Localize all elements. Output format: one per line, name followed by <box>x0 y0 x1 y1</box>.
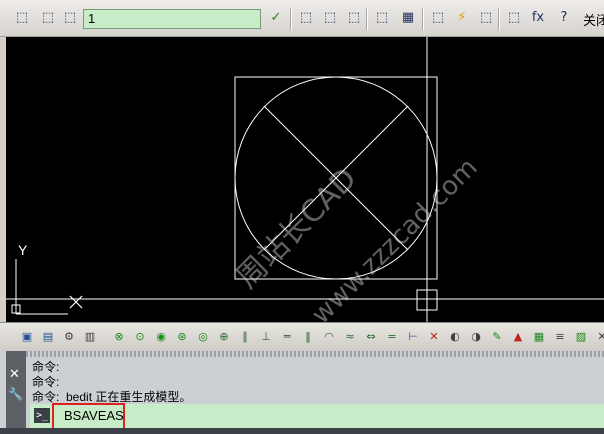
fx-icon[interactable]: fx <box>528 8 548 28</box>
smooth-icon[interactable]: ≈ <box>341 328 359 346</box>
command-window-side: ✕ 🔧 <box>6 351 26 434</box>
edit-icon[interactable]: ✎ <box>488 328 506 346</box>
visibility-icon[interactable]: ⬚ <box>372 8 392 28</box>
symmetric-icon[interactable]: ⇔ <box>362 328 380 346</box>
define-attribute-icon[interactable]: ⬚ <box>344 8 364 28</box>
toolbar-separator <box>290 8 292 30</box>
delete-constraints-icon[interactable]: ✕ <box>425 328 443 346</box>
equal-icon[interactable]: = <box>383 328 401 346</box>
eraser-icon[interactable]: ⬚ <box>476 8 496 28</box>
block-table-icon[interactable]: ▨ <box>572 328 590 346</box>
hide-icon[interactable]: ◑ <box>467 328 485 346</box>
highlight-annotation <box>52 403 125 430</box>
lightning-icon[interactable]: ⚡ <box>452 8 472 28</box>
save-icon[interactable]: ▤ <box>39 328 57 346</box>
block-name-input[interactable]: 1 <box>83 9 261 29</box>
concentric-icon[interactable]: ◎ <box>194 328 212 346</box>
authoring-palettes-icon[interactable]: ⬚ <box>296 8 316 28</box>
command-window-grip[interactable] <box>6 351 604 357</box>
test-block-icon[interactable]: ✓ <box>266 8 286 28</box>
close-icon[interactable]: ✕ <box>593 328 604 346</box>
prompt-icon: >_ <box>34 408 50 423</box>
toolbar-separator <box>422 8 424 30</box>
block-editor-toolbar: ⬚ ⬚ ⬚ ✓ ⬚ ⬚ ⬚ ⬚ ▦ ⬚ ⚡ ⬚ ⬚ fx? 1 关闭 <box>0 0 604 37</box>
toolbar-separator <box>498 8 500 30</box>
edit-block-icon[interactable]: ⬚ <box>12 8 32 28</box>
tangent-icon[interactable]: ◠ <box>320 328 338 346</box>
perpendicular-icon[interactable]: ⊥ <box>257 328 275 346</box>
constraint-icon[interactable]: ⬚ <box>428 8 448 28</box>
linetype-icon[interactable]: ≡ <box>551 328 569 346</box>
table-icon[interactable]: ▦ <box>398 8 418 28</box>
table-green-icon[interactable]: ▦ <box>530 328 548 346</box>
help-icon[interactable]: ? <box>554 8 574 28</box>
constraint-green-icon[interactable]: ⊗ <box>110 328 128 346</box>
fix-icon[interactable]: ⊕ <box>215 328 233 346</box>
coincident-icon[interactable]: ◉ <box>152 328 170 346</box>
manage-icon[interactable]: ⬚ <box>504 8 524 28</box>
geometric-icon[interactable]: ⊙ <box>131 328 149 346</box>
properties-icon[interactable]: ⚙ <box>60 328 78 346</box>
save-block-as-icon[interactable]: ⬚ <box>60 8 80 28</box>
close-block-editor-button[interactable]: 关闭 <box>583 10 604 29</box>
constraints-toolbar: ▣ ▤ ⚙ ▥ ⊗ ⊙ ◉ ⊛ ◎ ⊕ ∥ ⊥ ═ ‖ ◠ ≈ ⇔ = ⊢ ✕ ◐ ◑ ✎ ▲ ▦ ≡ ▨ ✕ <box>0 322 604 352</box>
drawing-canvas[interactable]: Y 周站长CAD www.zzzcad.com <box>6 37 604 322</box>
wrench-icon[interactable]: 🔧 <box>8 387 23 401</box>
dimension-icon[interactable]: ⊢ <box>404 328 422 346</box>
collinear-icon[interactable]: ⊛ <box>173 328 191 346</box>
close-icon[interactable]: ✕ <box>9 367 20 382</box>
ucs-y-label: Y <box>18 242 28 258</box>
parameter-icon[interactable]: ⬚ <box>320 8 340 28</box>
vertical-icon[interactable]: ‖ <box>299 328 317 346</box>
show-icon[interactable]: ◐ <box>446 328 464 346</box>
parallel-icon[interactable]: ∥ <box>236 328 254 346</box>
toolbar-separator <box>366 8 368 30</box>
drawing-svg: Y <box>6 37 604 322</box>
attribute-icon[interactable]: ▲ <box>509 328 527 346</box>
status-bar <box>0 428 604 434</box>
save-block-icon[interactable]: ⬚ <box>38 8 58 28</box>
layers-icon[interactable]: ▥ <box>81 328 99 346</box>
block-editor-icon[interactable]: ▣ <box>18 328 36 346</box>
horizontal-icon[interactable]: ═ <box>278 328 296 346</box>
